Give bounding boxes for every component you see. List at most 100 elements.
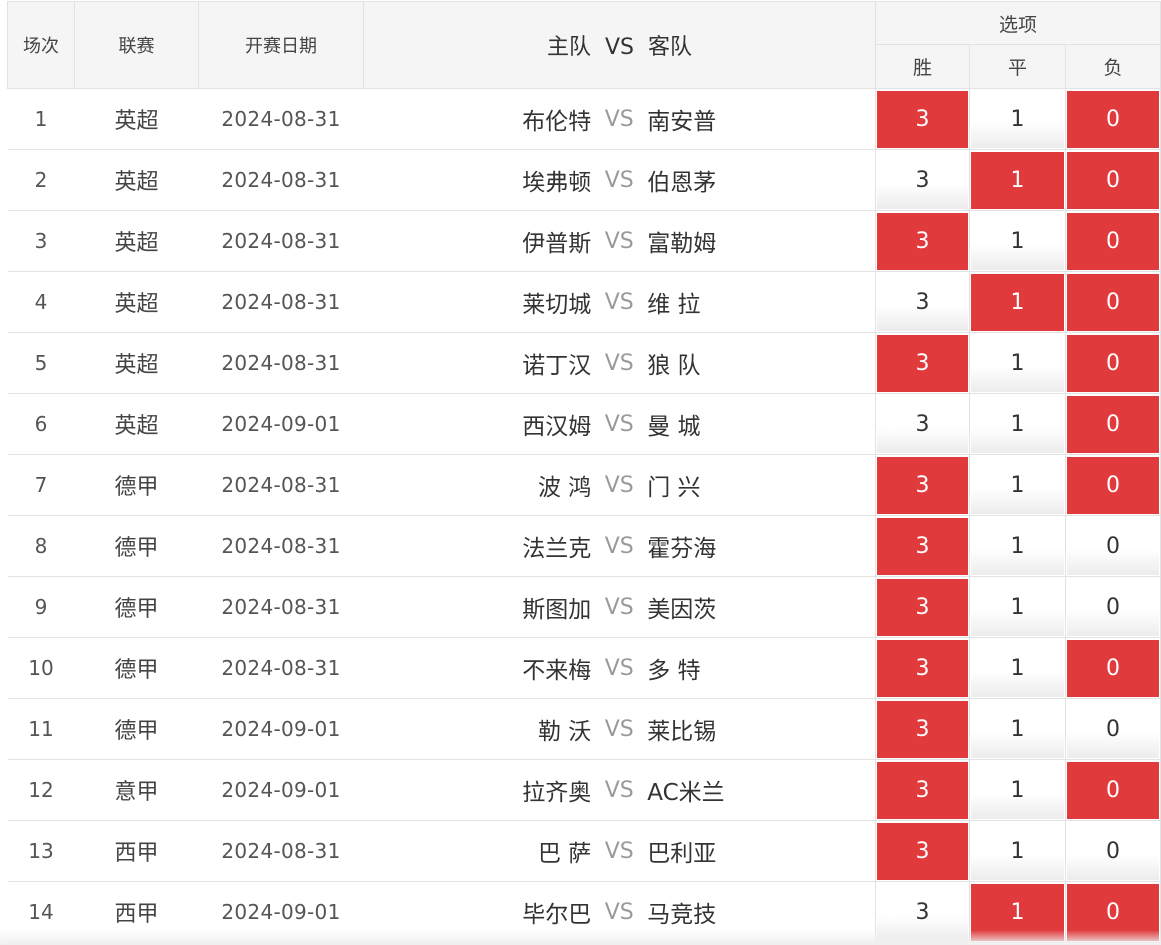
table-row: 12 意甲 2024-09-01 拉齐奥 VS AC米兰 3 1 0 (7, 759, 1161, 821)
match-date: 2024-08-31 (198, 454, 364, 516)
table-row: 2 英超 2024-08-31 埃弗顿 VS 伯恩茅 3 1 0 (7, 149, 1161, 211)
option-lose-cell: 0 (1064, 393, 1161, 455)
league-name: 英超 (74, 332, 199, 394)
option-lose-button[interactable]: 0 (1067, 822, 1160, 880)
league-name: 德甲 (74, 637, 199, 699)
away-team: 曼 城 (647, 414, 701, 440)
match-date: 2024-08-31 (198, 332, 364, 394)
option-draw-button[interactable]: 1 (971, 273, 1064, 331)
home-team: 巴 萨 (537, 841, 592, 867)
home-team: 布伦特 (522, 109, 592, 135)
match-number: 9 (7, 576, 75, 638)
option-lose-button[interactable]: 0 (1067, 334, 1160, 392)
match-number: 13 (7, 820, 75, 882)
option-draw-button[interactable]: 1 (971, 639, 1064, 697)
table-row: 3 英超 2024-08-31 伊普斯 VS 富勒姆 3 1 0 (7, 210, 1161, 272)
option-lose-button[interactable]: 0 (1067, 273, 1160, 331)
option-lose-button[interactable]: 0 (1067, 212, 1160, 270)
option-draw-cell: 1 (969, 271, 1066, 333)
option-lose-button[interactable]: 0 (1067, 456, 1160, 514)
option-win-button[interactable]: 3 (877, 90, 968, 148)
home-team: 斯图加 (522, 597, 592, 623)
option-win-button[interactable]: 3 (877, 456, 968, 514)
option-win-button[interactable]: 3 (877, 334, 968, 392)
option-draw-button[interactable]: 1 (971, 822, 1064, 880)
away-team: 门 兴 (647, 475, 701, 501)
header-options: 选项 (874, 1, 1161, 45)
match-teams-row: 布伦特 VS 南安普 (364, 102, 876, 136)
option-win-button[interactable]: 3 (877, 212, 968, 270)
match-number: 4 (7, 271, 75, 333)
option-lose-button[interactable]: 0 (1067, 151, 1160, 209)
option-draw-button[interactable]: 1 (971, 700, 1064, 758)
table-row: 6 英超 2024-09-01 西汉姆 VS 曼 城 310 (7, 393, 1161, 455)
home-team: 不来梅 (522, 658, 592, 684)
option-win-button[interactable]: 3 (877, 700, 968, 758)
header-option-draw: 平 (969, 44, 1066, 89)
vs-label: VS (604, 533, 634, 559)
home-team: 法兰克 (522, 536, 592, 562)
match-teams-row: 毕尔巴 VS 马竞技 (364, 895, 876, 929)
option-win-button[interactable]: 3 (877, 822, 968, 880)
option-win-button[interactable]: 3 (877, 639, 968, 697)
option-win-button[interactable]: 3 (877, 517, 968, 575)
option-lose-button[interactable]: 0 (1067, 578, 1160, 636)
option-draw-cell: 1 (969, 332, 1066, 394)
vs-label: VS (604, 716, 634, 742)
option-lose-cell: 0 (1064, 149, 1161, 211)
match-teams-row: 埃弗顿 VS 伯恩茅 (364, 163, 876, 197)
option-draw-button[interactable]: 1 (971, 456, 1064, 514)
option-win-button[interactable]: 3 (877, 273, 968, 331)
option-draw-button[interactable]: 1 (971, 761, 1064, 819)
vs-label: VS (604, 472, 634, 498)
option-lose-button[interactable]: 0 (1067, 639, 1160, 697)
match-date: 2024-08-31 (198, 637, 364, 699)
league-name: 英超 (74, 149, 199, 211)
away-team: 多 特 (647, 658, 701, 684)
option-lose-cell: 0 (1064, 576, 1161, 638)
option-draw-cell: 1 (969, 393, 1066, 455)
bottom-fade (0, 930, 1161, 945)
table-row: 11 德甲 2024-09-01 勒 沃 VS 莱比锡 3 1 0 (7, 698, 1161, 760)
match-number: 7 (7, 454, 75, 516)
option-lose-button[interactable]: 0 (1067, 700, 1160, 758)
option-draw-button[interactable]: 1 (971, 212, 1064, 270)
option-win-cell: 3 (875, 332, 970, 394)
option-win-cell: 3 (875, 515, 970, 577)
option-draw-button[interactable]: 1 (971, 517, 1064, 575)
option-win-cell: 3 (875, 820, 970, 882)
table-row: 9 德甲 2024-08-31 斯图加 VS 美因茨 3 1 0 (7, 576, 1161, 638)
vs-label: VS (604, 838, 634, 864)
option-draw-button[interactable]: 1 (971, 395, 1064, 453)
option-lose-cell: 0 (1064, 271, 1161, 333)
vs-label: VS (604, 411, 634, 437)
option-lose-button[interactable]: 0 (1067, 90, 1160, 148)
vs-label: VS (604, 777, 634, 803)
league-name: 西甲 (74, 820, 199, 882)
away-team: AC米兰 (647, 780, 725, 806)
away-team: 狼 队 (647, 353, 701, 379)
match-teams: 勒 沃 VS 莱比锡 (363, 698, 876, 760)
match-teams: 不来梅 VS 多 特 (363, 637, 876, 699)
match-date: 2024-08-31 (198, 149, 364, 211)
match-teams-row: 莱切城 VS 维 拉 (364, 285, 876, 319)
option-draw-button[interactable]: 1 (971, 90, 1064, 148)
away-team: 莱比锡 (647, 719, 717, 745)
match-number: 6 (7, 393, 75, 455)
option-win-button[interactable]: 3 (877, 578, 968, 636)
home-team: 毕尔巴 (522, 902, 592, 928)
option-win-button[interactable]: 3 (877, 151, 968, 209)
option-draw-button[interactable]: 1 (971, 151, 1064, 209)
home-team: 莱切城 (522, 292, 592, 318)
option-lose-button[interactable]: 0 (1067, 395, 1160, 453)
home-team: 西汉姆 (522, 414, 592, 440)
option-lose-button[interactable]: 0 (1067, 517, 1160, 575)
league-name: 意甲 (74, 759, 199, 821)
option-draw-button[interactable]: 1 (971, 578, 1064, 636)
option-draw-button[interactable]: 1 (971, 334, 1064, 392)
option-draw-cell: 1 (969, 88, 1066, 150)
option-draw-cell: 1 (969, 576, 1066, 638)
option-lose-button[interactable]: 0 (1067, 761, 1160, 819)
option-win-button[interactable]: 3 (877, 395, 968, 453)
option-win-button[interactable]: 3 (877, 761, 968, 819)
